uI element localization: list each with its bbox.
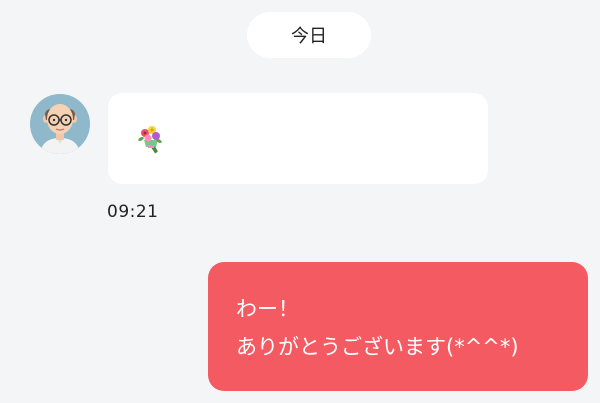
date-divider: 今日	[247, 12, 371, 58]
grandpa-avatar-icon	[30, 94, 90, 154]
bouquet-icon	[138, 126, 162, 154]
outgoing-message-line-2: ありがとうございます(*^^*)	[236, 335, 519, 359]
message-timestamp: 09:21	[107, 202, 159, 222]
outgoing-message-bubble[interactable]: わー！ ありがとうございます(*^^*)	[208, 262, 588, 391]
date-divider-label: 今日	[291, 26, 327, 47]
sender-avatar[interactable]	[30, 94, 90, 154]
incoming-message-bubble[interactable]	[108, 93, 488, 184]
outgoing-message-line-1: わー！	[236, 297, 299, 321]
